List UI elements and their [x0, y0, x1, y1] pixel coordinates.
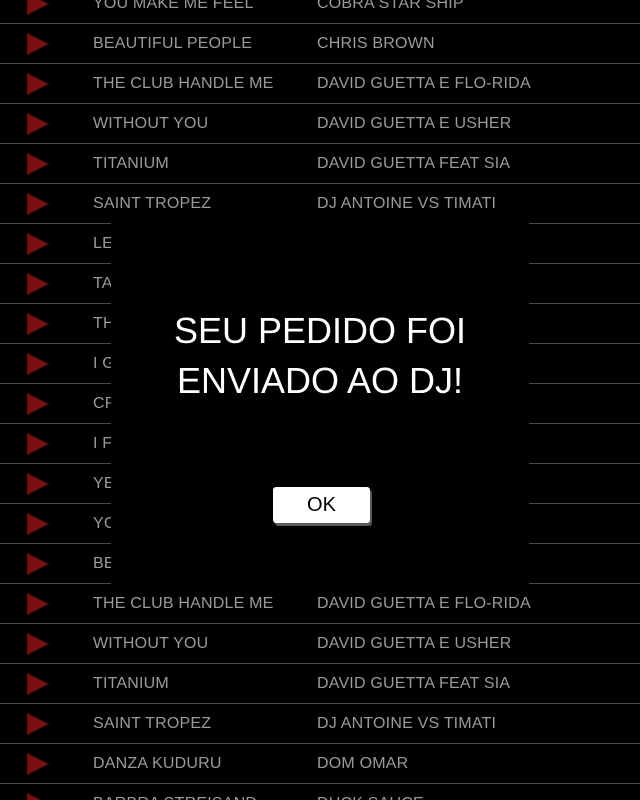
song-row[interactable]: THE CLUB HANDLE ME DAVID GUETTA E FLO-RID… — [0, 64, 640, 104]
song-artist: DAVID GUETTA E USHER — [317, 635, 512, 652]
request-sent-dialog: SEU PEDIDO FOI ENVIADO AO DJ! OK — [111, 218, 529, 588]
song-title: TA — [93, 275, 113, 292]
song-artist: DUCK SAUCE — [317, 795, 424, 800]
play-icon[interactable] — [26, 352, 50, 376]
song-artist: DAVID GUETTA E FLO-RIDA — [317, 75, 531, 92]
song-row[interactable]: TITANIUM DAVID GUETTA FEAT SIA — [0, 664, 640, 704]
song-title: THE CLUB HANDLE ME — [93, 75, 274, 92]
play-icon[interactable] — [26, 752, 50, 776]
song-artist: CHRIS BROWN — [317, 35, 435, 52]
play-icon[interactable] — [26, 232, 50, 256]
song-row[interactable]: TITANIUM DAVID GUETTA FEAT SIA — [0, 144, 640, 184]
play-icon[interactable] — [26, 272, 50, 296]
song-row[interactable]: SAINT TROPEZ DJ ANTOINE VS TIMATI — [0, 704, 640, 744]
play-icon[interactable] — [26, 552, 50, 576]
play-icon[interactable] — [26, 472, 50, 496]
dialog-message: SEU PEDIDO FOI ENVIADO AO DJ! — [173, 310, 467, 401]
song-artist: DJ ANTOINE VS TIMATI — [317, 195, 497, 212]
play-icon[interactable] — [26, 432, 50, 456]
song-title: BARBRA STREISAND — [93, 795, 257, 800]
play-icon[interactable] — [26, 672, 50, 696]
play-icon[interactable] — [26, 72, 50, 96]
song-row[interactable]: BEAUTIFUL PEOPLE CHRIS BROWN — [0, 24, 640, 64]
song-title: WITHOUT YOU — [93, 635, 209, 652]
song-title: TITANIUM — [93, 675, 169, 692]
song-artist: COBRA STAR SHIP — [317, 0, 464, 12]
play-icon[interactable] — [26, 712, 50, 736]
song-title: SAINT TROPEZ — [93, 195, 212, 212]
play-icon[interactable] — [26, 152, 50, 176]
song-row[interactable]: BARBRA STREISAND DUCK SAUCE — [0, 784, 640, 800]
song-title: DANZA KUDURU — [93, 755, 222, 772]
play-icon[interactable] — [26, 792, 50, 800]
song-row[interactable]: YOU MAKE ME FEEL COBRA STAR SHIP — [0, 0, 640, 24]
song-title: I F — [93, 435, 113, 452]
play-icon[interactable] — [26, 192, 50, 216]
song-row[interactable]: WITHOUT YOU DAVID GUETTA E USHER — [0, 624, 640, 664]
song-title: THE CLUB HANDLE ME — [93, 595, 274, 612]
song-title: SAINT TROPEZ — [93, 715, 212, 732]
play-icon[interactable] — [26, 592, 50, 616]
play-icon[interactable] — [26, 312, 50, 336]
song-title: BEAUTIFUL PEOPLE — [93, 35, 253, 52]
play-icon[interactable] — [26, 632, 50, 656]
ok-button[interactable]: OK — [273, 487, 370, 523]
play-icon[interactable] — [26, 392, 50, 416]
song-artist: DOM OMAR — [317, 755, 409, 772]
play-icon[interactable] — [26, 512, 50, 536]
song-title: YOU MAKE ME FEEL — [93, 0, 254, 12]
play-icon[interactable] — [26, 0, 50, 16]
song-title: TITANIUM — [93, 155, 169, 172]
song-title: WITHOUT YOU — [93, 115, 209, 132]
song-artist: DAVID GUETTA E USHER — [317, 115, 512, 132]
song-artist: DJ ANTOINE VS TIMATI — [317, 715, 497, 732]
song-request-screen: YOU MAKE ME FEEL COBRA STAR SHIP BEAUTIFUL… — [0, 0, 640, 800]
play-icon[interactable] — [26, 112, 50, 136]
play-icon[interactable] — [26, 32, 50, 56]
song-title: LE — [93, 235, 113, 252]
song-artist: DAVID GUETTA E FLO-RIDA — [317, 595, 531, 612]
song-artist: DAVID GUETTA FEAT SIA — [317, 155, 511, 172]
song-row[interactable]: DANZA KUDURU DOM OMAR — [0, 744, 640, 784]
song-row[interactable]: WITHOUT YOU DAVID GUETTA E USHER — [0, 104, 640, 144]
song-artist: DAVID GUETTA FEAT SIA — [317, 675, 511, 692]
song-row[interactable]: THE CLUB HANDLE ME DAVID GUETTA E FLO-RID… — [0, 584, 640, 624]
